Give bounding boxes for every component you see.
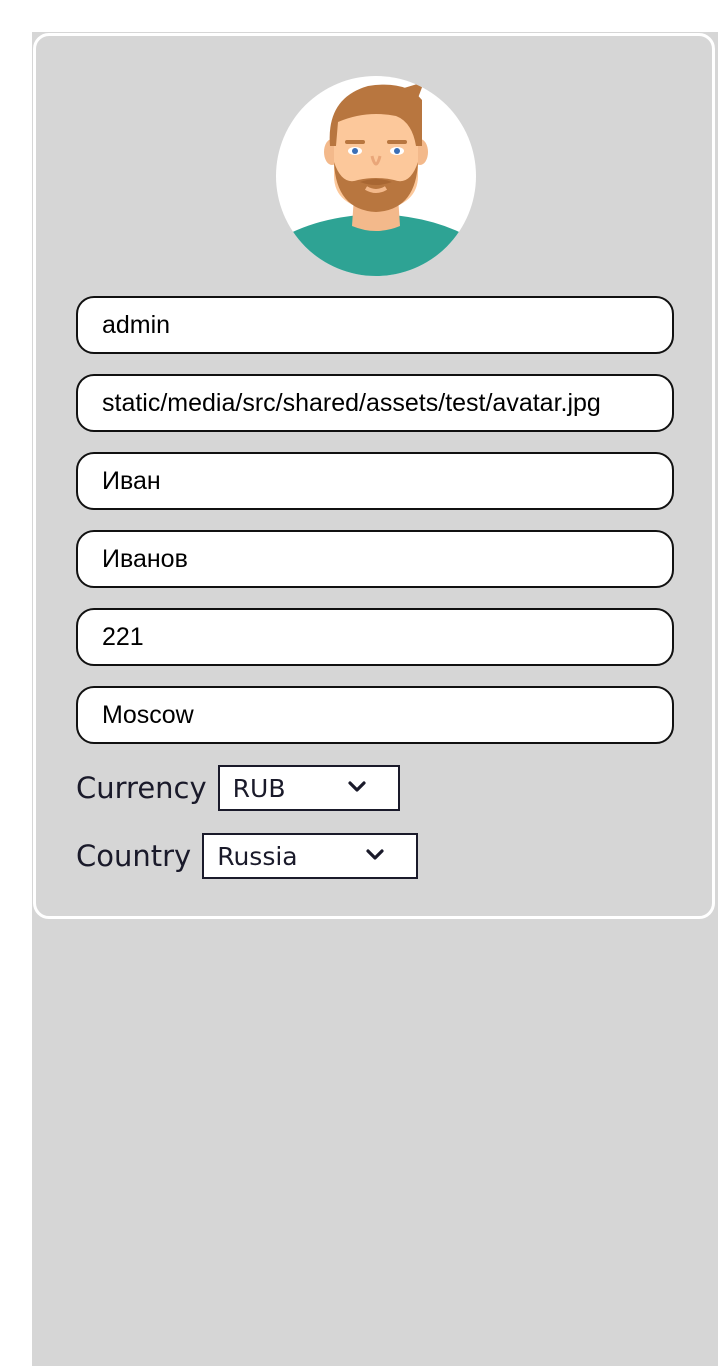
currency-select[interactable]: RUB (217, 765, 400, 811)
avatar (276, 76, 476, 276)
country-label: Country (76, 839, 192, 873)
country-select[interactable]: Russia (202, 833, 419, 879)
avatar-path-field[interactable] (76, 374, 674, 432)
currency-row: Currency RUB (76, 764, 400, 812)
chevron-down-icon (366, 849, 384, 860)
city-field[interactable] (76, 686, 674, 744)
currency-selected-value: RUB (232, 773, 286, 803)
country-selected-value: Russia (217, 841, 298, 871)
last-name-field[interactable] (76, 530, 674, 588)
username-field[interactable] (76, 296, 674, 354)
avatar-illustration (276, 82, 476, 276)
chevron-down-icon (348, 781, 366, 792)
currency-label: Currency (76, 771, 207, 805)
country-row: Country Russia (76, 832, 419, 880)
first-name-field[interactable] (76, 452, 674, 510)
age-field[interactable] (76, 608, 674, 666)
